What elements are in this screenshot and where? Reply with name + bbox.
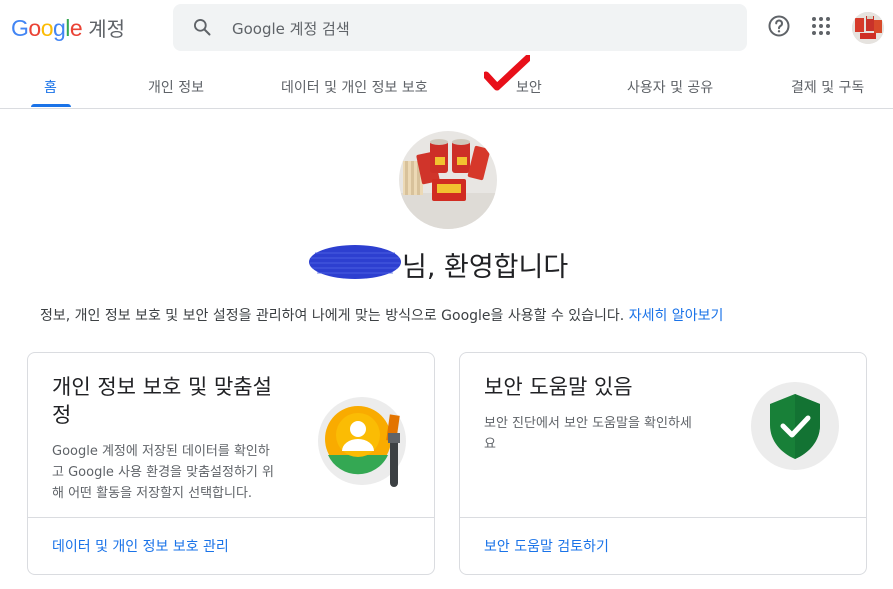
learn-more-link[interactable]: 자세히 알아보기 [629, 308, 724, 324]
card-divider [460, 517, 866, 518]
help-icon[interactable] [767, 14, 791, 38]
tab-data-privacy[interactable]: 데이터 및 개인 정보 보호 [281, 77, 428, 97]
tab-home[interactable]: 홈 [44, 77, 57, 97]
search-icon[interactable] [192, 17, 212, 37]
welcome-subtitle: 정보, 개인 정보 보호 및 보안 설정을 관리하여 나에게 맞는 방식으로 G… [40, 305, 723, 325]
product-name: 계정 [88, 17, 126, 41]
welcome-text: 님, 환영합니다 [402, 252, 569, 283]
review-security-tips-link[interactable]: 보안 도움말 검토하기 [484, 536, 609, 556]
tab-people-sharing[interactable]: 사용자 및 공유 [627, 77, 713, 97]
card-title: 개인 정보 보호 및 맞춤설 정 [52, 373, 272, 429]
card-desc-line: Google 계정에 저장된 데이터를 확인하 [52, 444, 270, 459]
google-account-logo[interactable]: Google 계정 [11, 13, 125, 42]
logo-letter: e [69, 15, 83, 41]
privacy-personalization-illustration [318, 397, 406, 487]
redacted-name-scribble [309, 245, 401, 279]
card-title-line: 개인 정보 보호 및 맞춤설 [52, 375, 272, 399]
card-desc-line: 해 어떤 활동을 저장할지 선택합니다. [52, 486, 253, 501]
card-description: 보안 진단에서 보안 도움말을 확인하세 요 [484, 413, 692, 455]
security-tips-card[interactable]: 보안 도움말 있음 보안 진단에서 보안 도움말을 확인하세 요 보안 도움말 … [459, 352, 867, 575]
apps-grid-icon[interactable] [809, 14, 833, 38]
card-divider [28, 517, 434, 518]
card-title-line: 정 [52, 403, 72, 427]
navigation-tabs: 홈 개인 정보 데이터 및 개인 정보 보호 보안 사용자 및 공유 결제 및 … [0, 58, 893, 109]
active-tab-indicator [31, 104, 71, 107]
tab-payments-subscriptions[interactable]: 결제 및 구독 [791, 77, 864, 97]
card-title: 보안 도움말 있음 [484, 375, 633, 399]
logo-letter: o [40, 15, 54, 41]
subtitle-text: 정보, 개인 정보 보호 및 보안 설정을 관리하여 나에게 맞는 방식으로 G… [40, 308, 625, 324]
account-avatar[interactable] [852, 12, 884, 44]
search-input[interactable]: Google 계정 검색 [232, 18, 350, 39]
logo-letter: G [11, 15, 29, 41]
logo-letter: g [52, 15, 66, 41]
red-checkmark-annotation [484, 55, 530, 91]
card-description: Google 계정에 저장된 데이터를 확인하 고 Google 사용 환경을 … [52, 441, 274, 504]
top-header: Google 계정 Google 계정 검색 [0, 0, 893, 58]
card-desc-line: 보안 진단에서 보안 도움말을 확인하세 [484, 416, 692, 431]
shield-check-icon [751, 382, 839, 470]
manage-data-privacy-link[interactable]: 데이터 및 개인 정보 보호 관리 [52, 536, 229, 556]
card-desc-line: 고 Google 사용 환경을 맞춤설정하기 위 [52, 465, 274, 480]
tab-personal-info[interactable]: 개인 정보 [148, 77, 204, 97]
profile-photo[interactable] [399, 131, 497, 229]
search-bar[interactable]: Google 계정 검색 [173, 4, 747, 51]
logo-letter: o [28, 15, 41, 41]
card-desc-line: 요 [484, 437, 496, 452]
privacy-personalization-card[interactable]: 개인 정보 보호 및 맞춤설 정 Google 계정에 저장된 데이터를 확인하… [27, 352, 435, 575]
